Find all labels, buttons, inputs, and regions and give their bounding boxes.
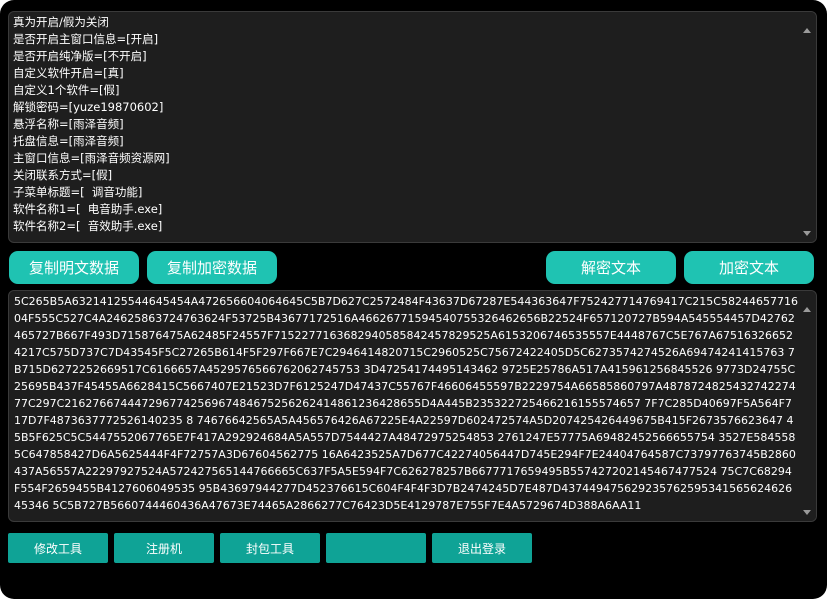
modify-tool-button[interactable]: 修改工具 <box>8 533 108 563</box>
config-line: 主窗口信息=[雨泽音频资源网] <box>13 151 170 165</box>
logout-button[interactable]: 退出登录 <box>432 533 532 563</box>
config-line: 子菜单标题=[ 调音功能] <box>13 185 143 199</box>
cipher-scrollbar[interactable] <box>800 291 816 521</box>
config-textarea[interactable]: 真为开启/假为关闭是否开启主窗口信息=[开启] 是否开启纯净版=[不开启] 自定义软… <box>13 14 798 240</box>
cipher-text-panel[interactable]: 5C265B5A63214125544645454A47265660406464… <box>8 290 817 522</box>
scroll-down-arrow-icon[interactable] <box>803 231 811 236</box>
scroll-up-arrow-icon[interactable] <box>803 307 811 312</box>
main-window: 真为开启/假为关闭是否开启主窗口信息=[开启] 是否开启纯净版=[不开启] 自定义软… <box>0 0 827 599</box>
scroll-up-arrow-icon[interactable] <box>803 28 811 33</box>
pack-tool-button[interactable]: 封包工具 <box>220 533 320 563</box>
config-line: 软件名称2=[ 音效助手.exe] <box>13 219 163 233</box>
config-line: 解锁密码=[yuze19870602] <box>13 100 164 114</box>
config-text-panel[interactable]: 真为开启/假为关闭是否开启主窗口信息=[开启] 是否开启纯净版=[不开启] 自定义软… <box>8 11 817 243</box>
copy-encrypted-button[interactable]: 复制加密数据 <box>147 251 277 284</box>
config-line: 软件名称1=[ 电音助手.exe] <box>13 202 163 216</box>
register-button[interactable]: 注册机 <box>114 533 214 563</box>
copy-plain-button[interactable]: 复制明文数据 <box>9 251 139 284</box>
config-line: 悬浮名称=[雨泽音频] <box>13 117 124 131</box>
encrypt-button[interactable]: 加密文本 <box>684 251 814 284</box>
config-line: 自定义1个软件=[假] <box>13 83 120 97</box>
scroll-down-arrow-icon[interactable] <box>803 510 811 515</box>
config-line: 真为开启/假为关闭 <box>13 15 109 29</box>
config-line: 关闭联系方式=[假] <box>13 168 113 182</box>
blank-button[interactable] <box>326 533 426 563</box>
cipher-textarea[interactable]: 5C265B5A63214125544645454A47265660406464… <box>14 293 798 519</box>
config-line: 自定义软件开启=[真] <box>13 66 124 80</box>
config-scrollbar[interactable] <box>800 12 816 242</box>
config-line: 是否开启主窗口信息=[开启] <box>13 32 159 46</box>
config-line: 是否开启纯净版=[不开启] <box>13 49 147 63</box>
decrypt-button[interactable]: 解密文本 <box>546 251 676 284</box>
config-line: 托盘信息=[雨泽音频] <box>13 134 124 148</box>
